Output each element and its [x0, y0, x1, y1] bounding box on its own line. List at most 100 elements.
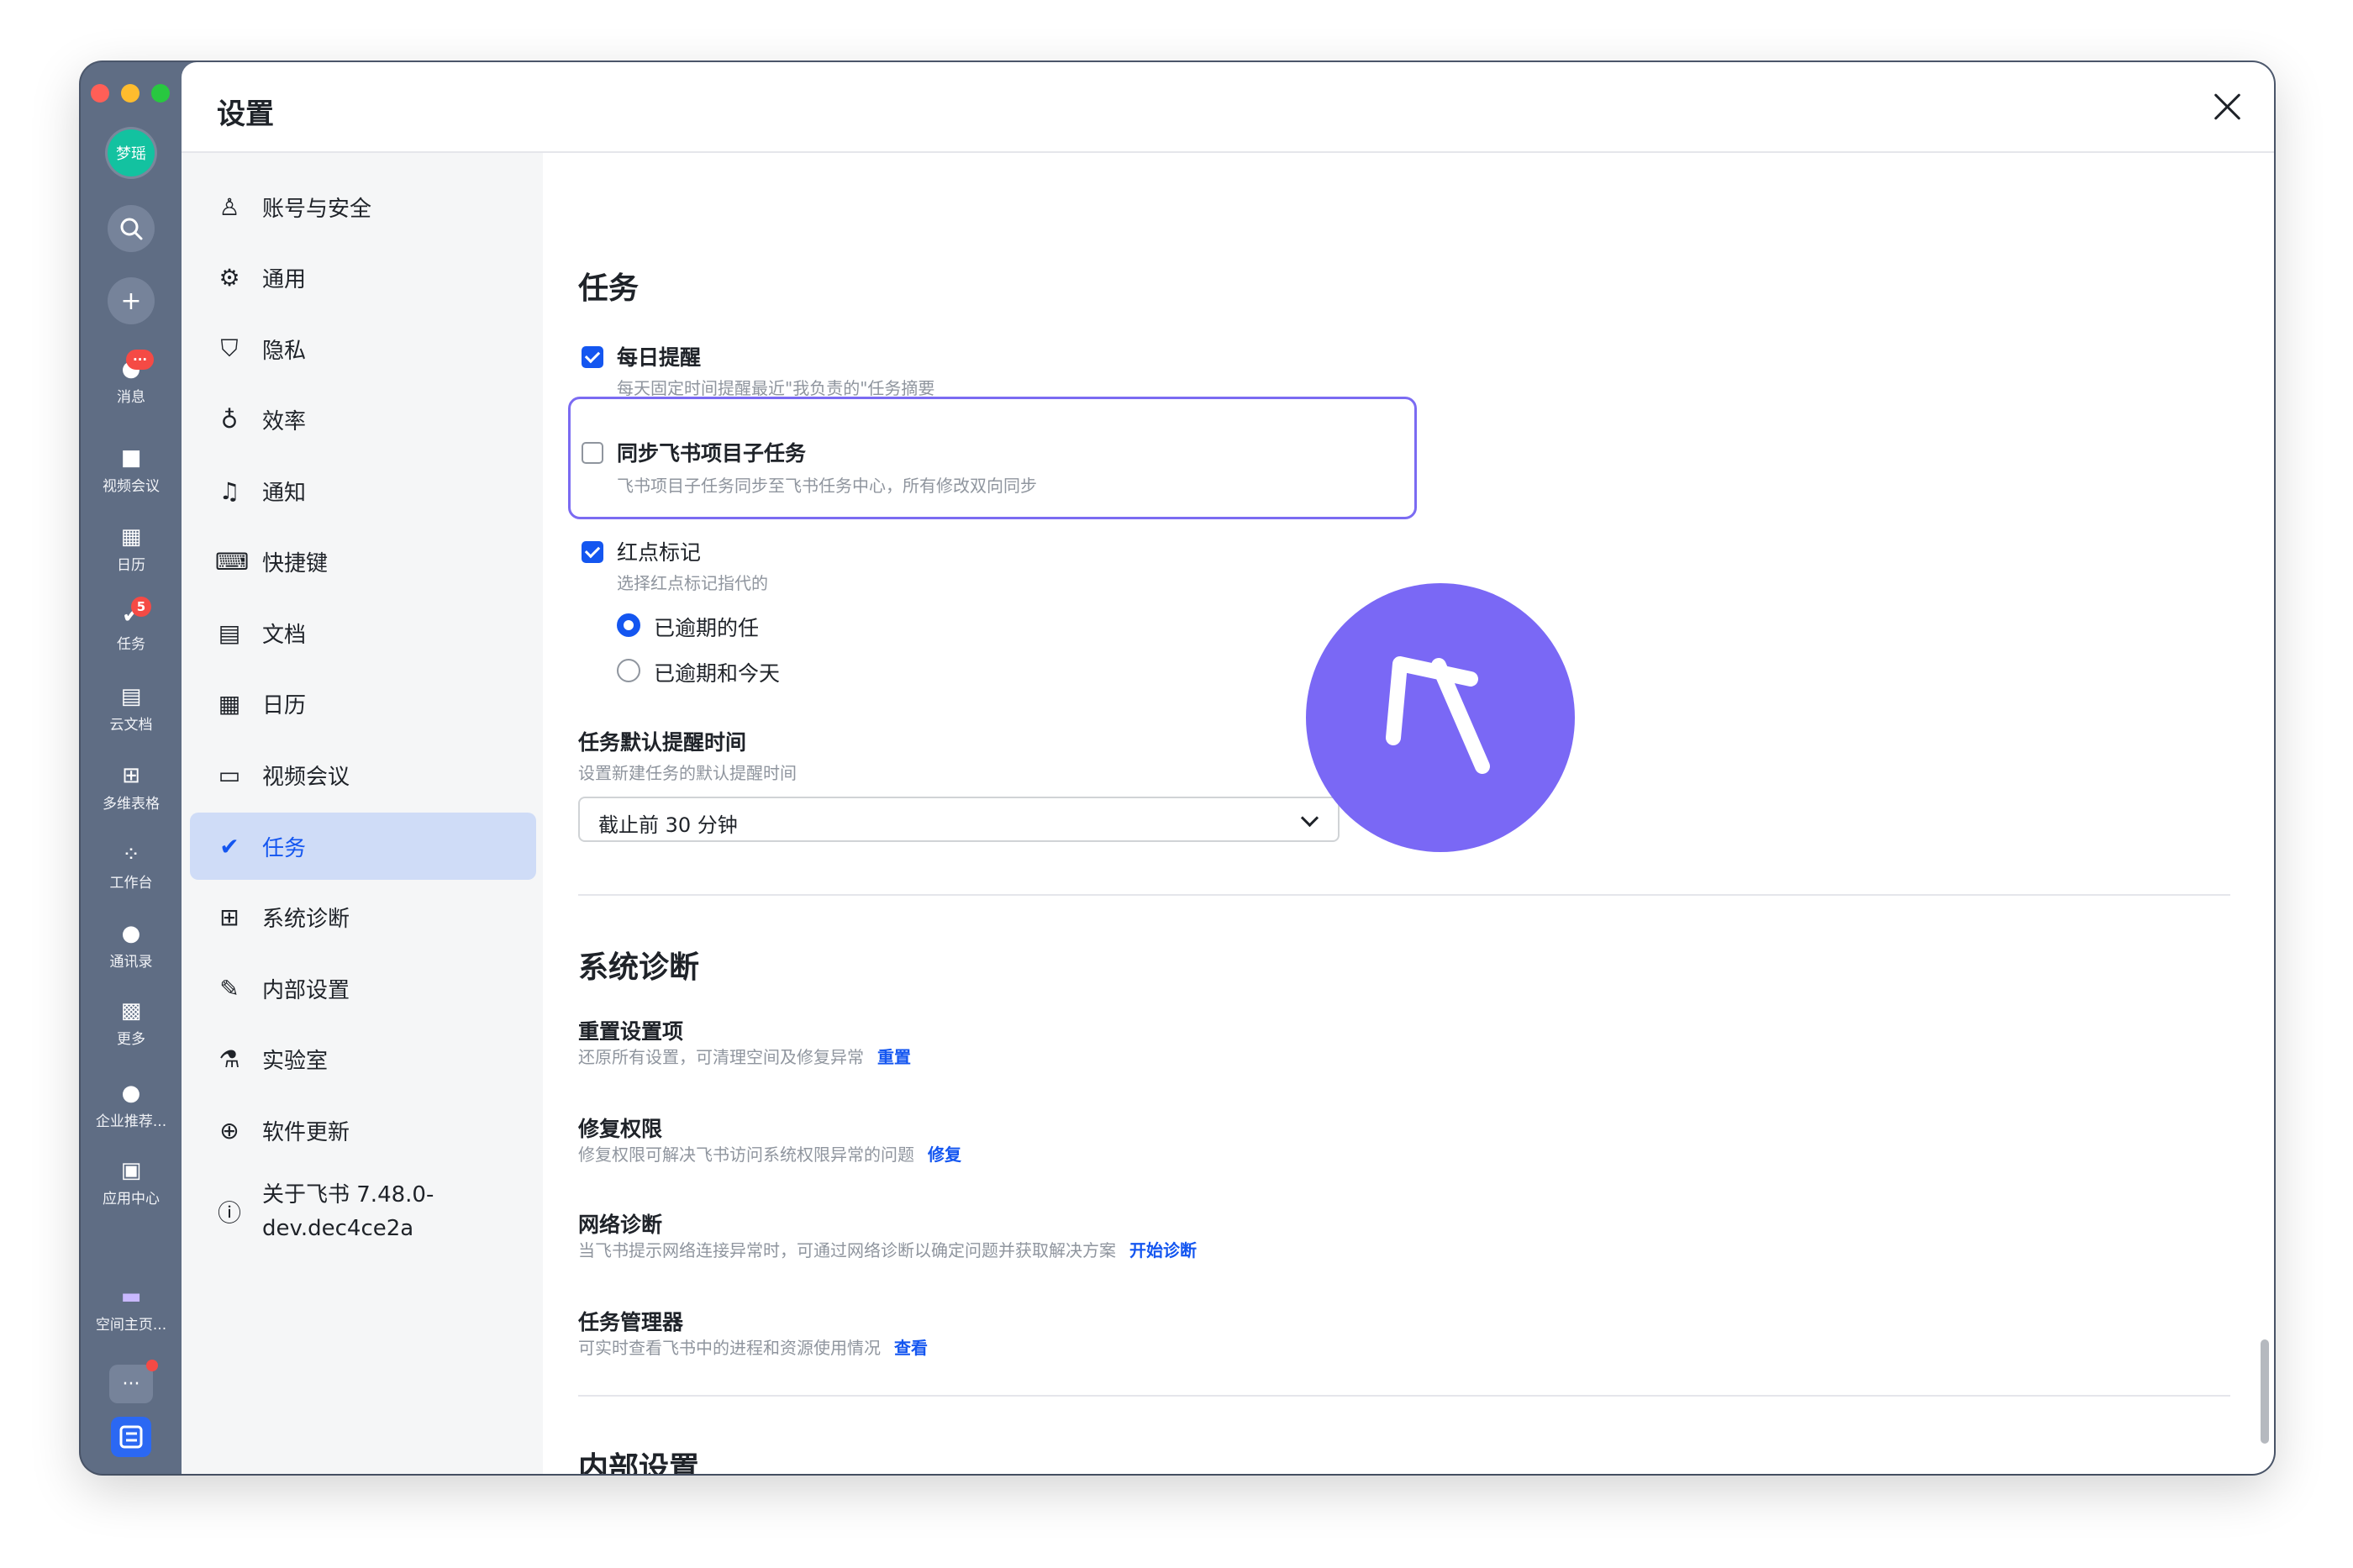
nav-label: 工作台: [109, 875, 153, 892]
add-button[interactable]: +: [108, 277, 155, 324]
radio-overdue-label: 已逾期的任: [654, 616, 760, 640]
app-window: 梦瑶 + ● ··· 消息 ■ 视频会议 ▦ 日历 ✔ 5 任务 ▤ 云文档 ⊞…: [81, 62, 2274, 1474]
sidebar-item-tasks[interactable]: ✔ 任务: [190, 813, 536, 880]
nav-label: 云文档: [109, 717, 153, 734]
nav-video-meeting[interactable]: ■ 视频会议: [81, 447, 182, 495]
bell-icon: ♫: [218, 476, 240, 505]
sidebar-item-notifications[interactable]: ♫ 通知: [190, 457, 536, 524]
divider: [578, 1395, 2230, 1397]
nav-space-home[interactable]: ▬ 空间主页...: [81, 1286, 182, 1334]
sidebar-item-privacy[interactable]: ⛉ 隐私: [190, 315, 536, 382]
sidebar-item-docs[interactable]: ▤ 文档: [190, 599, 536, 666]
sidebar-item-diagnosis[interactable]: ⊞ 系统诊断: [190, 883, 536, 950]
scrollbar[interactable]: [2261, 1339, 2269, 1444]
reset-link[interactable]: 重置: [877, 1047, 911, 1067]
more-dots-icon: ···: [122, 1373, 140, 1395]
calendar-icon: ▦: [218, 689, 241, 718]
nav-label: 视频会议: [103, 478, 160, 495]
repair-desc-text: 修复权限可解决飞书访问系统权限异常的问题: [578, 1144, 914, 1165]
gear-icon: ⚙: [218, 263, 240, 292]
nav-label: 通讯录: [109, 954, 153, 971]
start-diagnosis-link[interactable]: 开始诊断: [1129, 1240, 1197, 1260]
about-line-2: dev.dec4ce2a: [262, 1216, 414, 1241]
view-link[interactable]: 查看: [894, 1338, 928, 1358]
task-manager-title: 任务管理器: [578, 1310, 684, 1334]
search-icon: [120, 218, 143, 240]
nav-docs[interactable]: ▤ 云文档: [81, 686, 182, 734]
sidebar-item-general[interactable]: ⚙ 通用: [190, 244, 536, 311]
sidebar-item-label: 通知: [262, 480, 307, 506]
more-button[interactable]: ···: [109, 1360, 158, 1403]
nav-calendar[interactable]: ▦ 日历: [81, 526, 182, 574]
lightbulb-icon: ♁: [220, 405, 239, 434]
table-icon: ⊞: [122, 763, 140, 788]
bag-icon: ▣: [120, 1158, 142, 1183]
sidebar-item-shortcuts[interactable]: ⌨ 快捷键: [190, 528, 536, 595]
sync-subtask-checkbox[interactable]: [582, 442, 603, 464]
about-line-1: 关于飞书 7.48.0-: [262, 1182, 434, 1208]
apps-icon: ▩: [120, 998, 142, 1023]
repair-link[interactable]: 修复: [928, 1144, 961, 1165]
sidebar-item-efficiency[interactable]: ♁ 效率: [190, 386, 536, 453]
nav-label: 空间主页...: [95, 1317, 167, 1334]
document-icon: ▤: [218, 618, 241, 647]
default-time-select[interactable]: 截止前 30 分钟: [578, 797, 1340, 842]
nav-messages[interactable]: ● ··· 消息: [81, 350, 182, 406]
nav-workplace[interactable]: ⁘ 工作台: [81, 844, 182, 892]
daily-reminder-checkbox[interactable]: [582, 346, 603, 368]
nav-more[interactable]: ▩ 更多: [81, 1000, 182, 1048]
sidebar-item-account-security[interactable]: ♙ 账号与安全: [190, 173, 536, 240]
network-diagnosis-desc: 当飞书提示网络连接异常时，可通过网络诊断以确定问题并获取解决方案 开始诊断: [578, 1237, 1197, 1261]
sidebar-item-calendar[interactable]: ▦ 日历: [190, 670, 536, 737]
sidebar-item-video-meeting[interactable]: ▭ 视频会议: [190, 741, 536, 808]
sidebar-item-label: 实验室: [262, 1048, 329, 1074]
arrow-cursor-icon: [1386, 656, 1490, 774]
nav-contacts[interactable]: ● 通讯录: [81, 923, 182, 971]
default-time-title: 任务默认提醒时间: [578, 730, 747, 755]
layout-button[interactable]: [111, 1417, 151, 1457]
sidebar-item-label: 视频会议: [262, 764, 350, 790]
sidebar-item-about[interactable]: ⓘ 关于飞书 7.48.0- dev.dec4ce2a: [190, 1168, 536, 1255]
reset-settings-title: 重置设置项: [578, 1019, 684, 1044]
person-icon: ●: [121, 921, 141, 946]
nav-label: 消息: [117, 389, 145, 406]
red-dot-checkbox[interactable]: [582, 541, 603, 563]
settings-titlebar: 设置: [182, 62, 2274, 153]
sidebar-item-internal-settings[interactable]: ✎ 内部设置: [190, 955, 536, 1022]
sidebar-item-label: 效率: [262, 408, 307, 434]
sidebar-item-label: 快捷键: [262, 550, 329, 576]
radio-overdue-today[interactable]: [617, 659, 640, 682]
sidebar-item-lab[interactable]: ⚗ 实验室: [190, 1025, 536, 1092]
nav-app-center[interactable]: ▣ 应用中心: [81, 1160, 182, 1208]
nav-tasks[interactable]: ✔ 5 任务: [81, 597, 182, 653]
settings-content: 任务 每日提醒 每天固定时间提醒最近"我负责的"任务摘要 同步飞书项目子任务 飞…: [543, 153, 2274, 1474]
task-manager-desc-text: 可实时查看飞书中的进程和资源使用情况: [578, 1338, 881, 1358]
reset-desc-text: 还原所有设置，可清理空间及修复异常: [578, 1047, 864, 1067]
upload-circle-icon: ⊕: [219, 1116, 240, 1144]
nav-sheets[interactable]: ⊞ 多维表格: [81, 765, 182, 813]
space-icon: ▬: [120, 1284, 142, 1309]
avatar[interactable]: 梦瑶: [108, 129, 155, 176]
search-button[interactable]: [108, 205, 155, 252]
red-dot-title: 红点标记: [617, 540, 702, 565]
sidebar-item-label: 系统诊断: [262, 906, 350, 932]
section-heading-internal: 内部设置: [578, 1451, 700, 1474]
repair-permission-title: 修复权限: [578, 1117, 663, 1141]
plus-icon: +: [120, 286, 142, 316]
nav-label: 日历: [117, 557, 145, 574]
flask-icon: ⚗: [218, 1044, 240, 1073]
daily-reminder-title: 每日提醒: [617, 345, 702, 370]
nav-label: 任务: [117, 636, 145, 653]
network-desc-text: 当飞书提示网络连接异常时，可通过网络诊断以确定问题并获取解决方案: [578, 1240, 1116, 1260]
nav-label: 企业推荐...: [95, 1113, 167, 1130]
default-time-desc: 设置新建任务的默认提醒时间: [578, 763, 797, 783]
settings-sidebar: ♙ 账号与安全 ⚙ 通用 ⛉ 隐私 ♁ 效率 ♫ 通知 ⌨ 快捷键 ▤ 文档 ▦ 日历 ▭ 视频会…: [182, 153, 543, 1474]
sidebar-item-label: 日历: [262, 692, 307, 718]
nav-enterprise[interactable]: ● 企业推荐...: [81, 1082, 182, 1130]
close-settings-button[interactable]: [2212, 91, 2244, 123]
sidebar-item-label: 内部设置: [262, 977, 350, 1003]
sidebar-item-software-update[interactable]: ⊕ 软件更新: [190, 1097, 536, 1164]
task-manager-desc: 可实时查看飞书中的进程和资源使用情况 查看: [578, 1334, 928, 1359]
radio-overdue[interactable]: [617, 613, 640, 637]
nav-label: 更多: [117, 1031, 145, 1048]
